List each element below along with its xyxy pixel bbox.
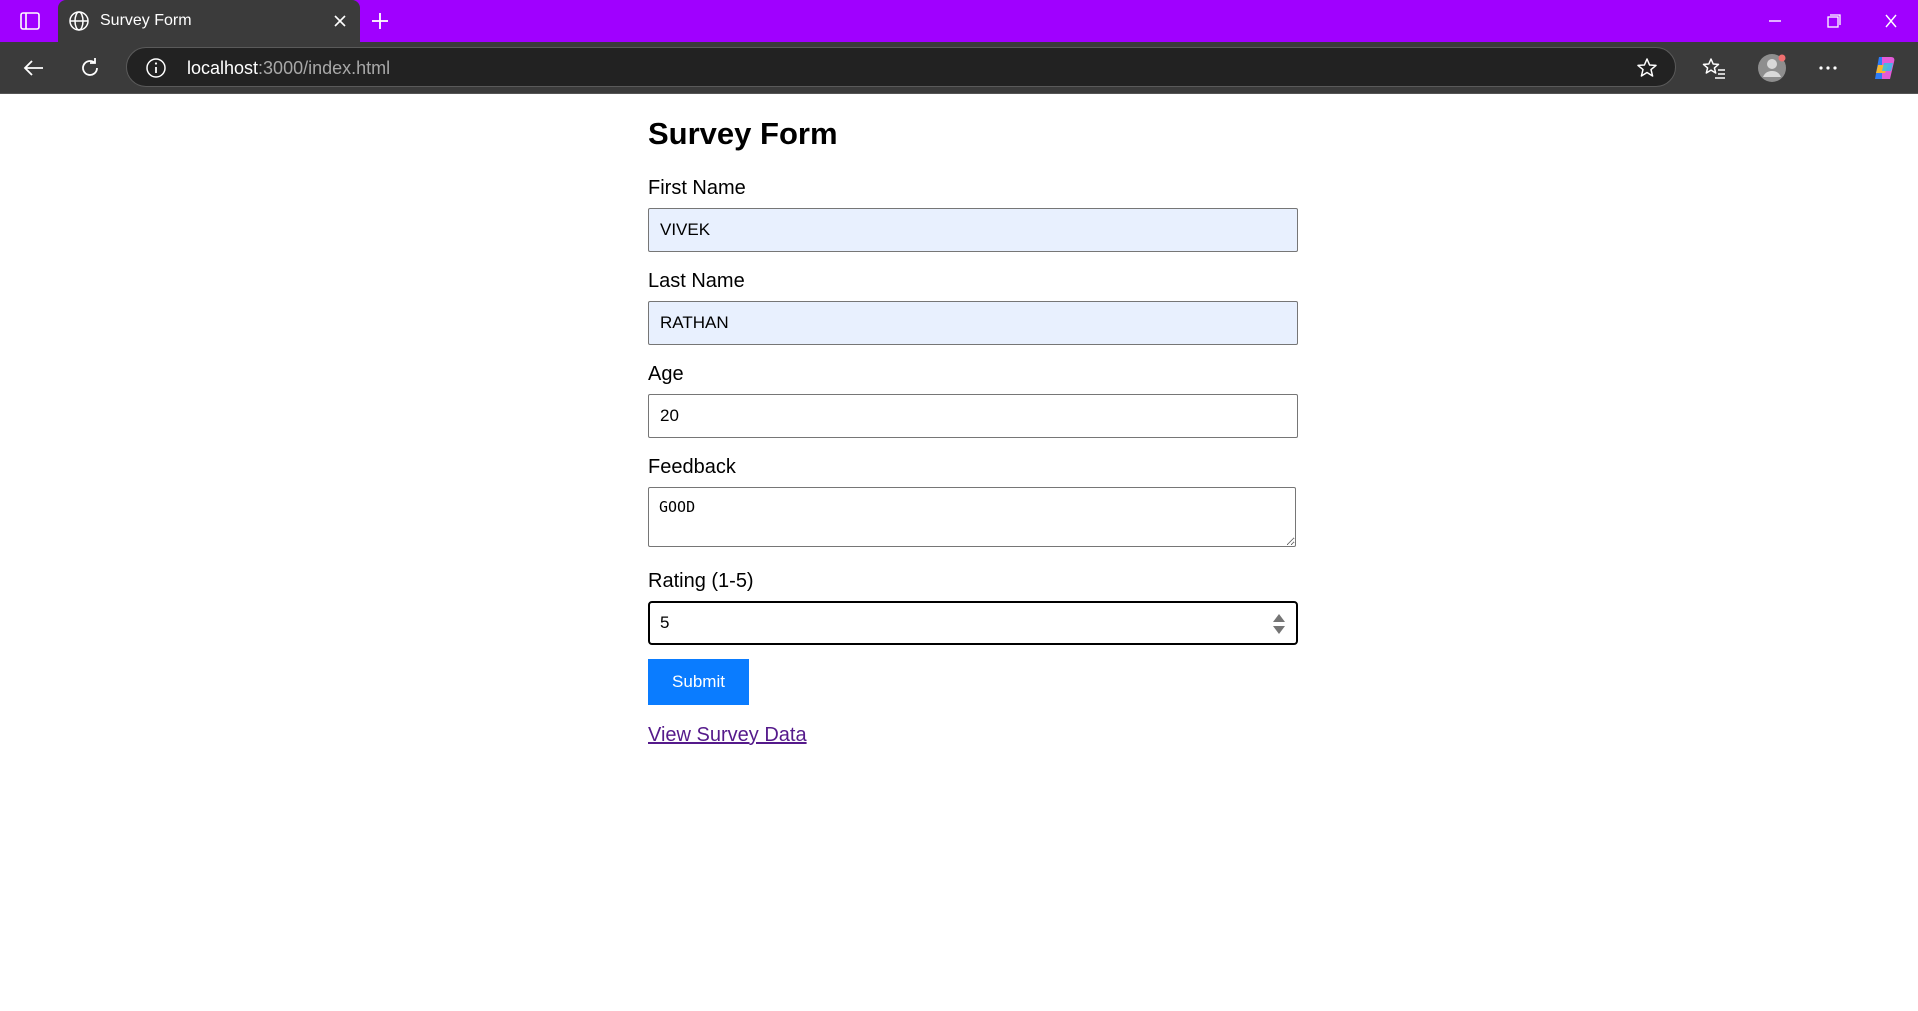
rating-input-wrapper[interactable] — [648, 601, 1298, 645]
page-title: Survey Form — [648, 116, 838, 151]
browser-tab-active[interactable]: Survey Form — [58, 0, 360, 42]
submit-button[interactable]: Submit — [648, 659, 749, 705]
first-name-input[interactable] — [648, 208, 1298, 252]
last-name-label: Last Name — [648, 270, 745, 292]
info-icon[interactable] — [145, 57, 167, 79]
star-icon[interactable] — [1635, 56, 1659, 80]
rating-label: Rating (1-5) — [648, 570, 754, 592]
close-icon[interactable] — [330, 11, 350, 31]
rating-input[interactable] — [650, 603, 1250, 643]
first-name-label: First Name — [648, 177, 746, 199]
browser-toolbar: localhost:3000/index.html — [0, 42, 1918, 94]
url-host: localhost — [187, 58, 259, 78]
reload-icon[interactable] — [76, 54, 104, 82]
url-path: :3000/index.html — [258, 58, 391, 78]
view-survey-data-link[interactable]: View Survey Data — [648, 724, 807, 747]
age-label: Age — [648, 363, 684, 385]
favorites-icon[interactable] — [1700, 54, 1728, 82]
copilot-icon[interactable] — [1870, 53, 1900, 83]
window-close-icon[interactable] — [1878, 10, 1904, 32]
more-icon[interactable] — [1814, 54, 1842, 82]
feedback-label: Feedback — [648, 456, 736, 478]
plus-icon[interactable] — [368, 9, 394, 33]
feedback-textarea[interactable]: GOOD — [648, 487, 1296, 547]
restore-icon[interactable] — [1820, 10, 1846, 32]
address-bar[interactable]: localhost:3000/index.html — [126, 47, 1676, 87]
spinner-arrows-icon[interactable] — [1272, 613, 1286, 635]
back-arrow-icon[interactable] — [20, 54, 48, 82]
browser-tab-strip: Survey Form — [0, 0, 1918, 42]
tab-actions-icon[interactable] — [14, 9, 46, 33]
globe-icon — [68, 10, 90, 32]
minimize-icon[interactable] — [1762, 10, 1788, 32]
profile-avatar-icon[interactable] — [1757, 53, 1787, 83]
tab-title: Survey Form — [100, 12, 192, 29]
last-name-input[interactable] — [648, 301, 1298, 345]
url-text: localhost:3000/index.html — [187, 58, 390, 79]
age-input[interactable] — [648, 394, 1298, 438]
